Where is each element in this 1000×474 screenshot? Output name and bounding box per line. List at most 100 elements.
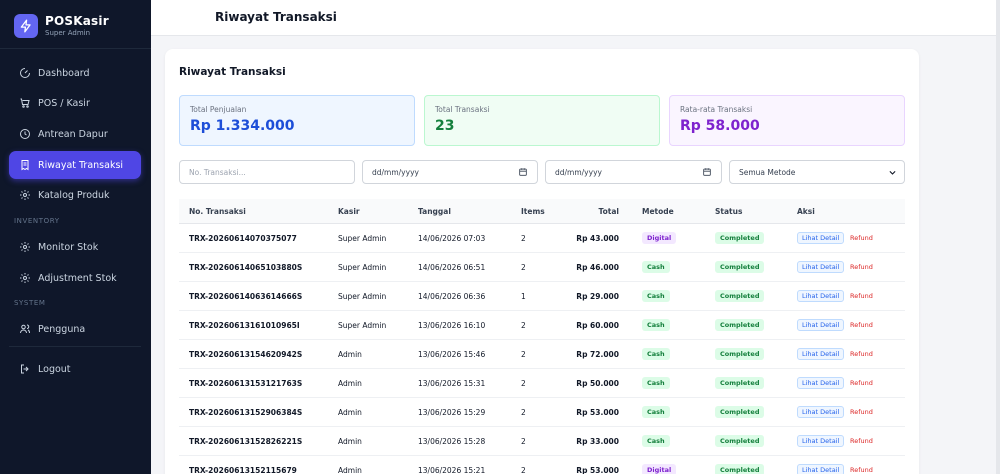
transaction-total: Rp 33.000 xyxy=(576,437,619,446)
status-badge: Completed xyxy=(715,464,765,474)
date-to-field[interactable]: dd/mm/yyyy xyxy=(545,160,722,184)
method-badge: Cash xyxy=(642,406,670,418)
col-header-tanggal: Tanggal xyxy=(418,207,451,216)
stat-value: Rp 58.000 xyxy=(680,118,760,134)
transaction-total: Rp 43.000 xyxy=(576,234,619,243)
refund-button[interactable]: Refund xyxy=(850,292,873,300)
sidebar-item-riwayat-transaksi[interactable]: Riwayat Transaksi xyxy=(9,151,141,179)
table-row: TRX-20260614065103880S Super Admin 14/06/2… xyxy=(179,253,905,282)
method-badge: Cash xyxy=(642,348,670,360)
transaction-date: 13/06/2026 15:31 xyxy=(418,379,486,388)
transaction-date: 13/06/2026 15:21 xyxy=(418,466,486,474)
view-detail-button[interactable]: Lihat Detail xyxy=(797,261,845,273)
table-row: TRX-20260613152906384S Admin 13/06/2026 15… xyxy=(179,398,905,427)
transaction-date: 13/06/2026 16:10 xyxy=(418,321,486,330)
cashier-name: Super Admin xyxy=(338,234,387,243)
table-row: TRX-20260613161010965I Super Admin 13/06/2… xyxy=(179,311,905,340)
brand-title: POSKasir xyxy=(45,14,109,28)
transaction-total: Rp 60.000 xyxy=(576,321,619,330)
sidebar-item-label: POS / Kasir xyxy=(38,97,90,109)
logout-button[interactable]: Logout xyxy=(9,355,141,383)
method-badge: Cash xyxy=(642,319,670,331)
transaction-date: 13/06/2026 15:46 xyxy=(418,350,486,359)
transaction-number: TRX-20260613152115679 xyxy=(189,466,297,474)
item-count: 2 xyxy=(521,466,526,474)
cashier-name: Admin xyxy=(338,466,362,474)
divider xyxy=(0,48,151,49)
users-icon xyxy=(19,323,31,335)
dashboard-icon xyxy=(19,67,31,79)
item-count: 2 xyxy=(521,437,526,446)
table-row: TRX-20260613152826221S Admin 13/06/2026 15… xyxy=(179,427,905,456)
refund-button[interactable]: Refund xyxy=(850,379,873,387)
refund-button[interactable]: Refund xyxy=(850,263,873,271)
transaction-history-card: Riwayat Transaksi Total Penjualan Rp 1.3… xyxy=(165,49,919,474)
item-count: 2 xyxy=(521,321,526,330)
table-row: TRX-20260614063614666S Super Admin 14/06/2… xyxy=(179,282,905,311)
refund-button[interactable]: Refund xyxy=(850,437,873,445)
clock-icon xyxy=(19,128,31,140)
table-row: TRX-20260614070375077 Super Admin 14/06/20… xyxy=(179,224,905,253)
stat-label: Total Penjualan xyxy=(190,105,247,114)
method-badge: Cash xyxy=(642,290,670,302)
item-count: 2 xyxy=(521,379,526,388)
col-header-total: Total xyxy=(598,207,620,216)
date-to-value: dd/mm/yyyy xyxy=(555,167,602,177)
section-inventory: INVENTORY xyxy=(14,217,60,225)
sidebar: POSKasir Super Admin Dashboard POS / Kas… xyxy=(0,0,151,474)
col-header-no: No. Transaksi xyxy=(189,207,246,216)
page-title: Riwayat Transaksi xyxy=(215,10,337,24)
view-detail-button[interactable]: Lihat Detail xyxy=(797,435,845,447)
status-badge: Completed xyxy=(715,406,765,418)
sidebar-item-dashboard[interactable]: Dashboard xyxy=(9,59,141,87)
view-detail-button[interactable]: Lihat Detail xyxy=(797,406,845,418)
refund-button[interactable]: Refund xyxy=(850,350,873,358)
refund-button[interactable]: Refund xyxy=(850,408,873,416)
section-system: SYSTEM xyxy=(14,299,46,307)
search-input[interactable]: No. Transaksi... xyxy=(179,160,355,184)
col-header-metode: Metode xyxy=(642,207,674,216)
stat-rata-rata-transaksi: Rata-rata Transaksi Rp 58.000 xyxy=(669,95,905,146)
transaction-total: Rp 29.000 xyxy=(576,292,619,301)
cart-icon xyxy=(19,97,31,109)
cashier-name: Super Admin xyxy=(338,263,387,272)
view-detail-button[interactable]: Lihat Detail xyxy=(797,464,845,474)
status-badge: Completed xyxy=(715,290,765,302)
calendar-icon[interactable] xyxy=(518,167,528,177)
table-row: TRX-20260613153121763S Admin 13/06/2026 15… xyxy=(179,369,905,398)
method-select-value: Semua Metode xyxy=(739,167,796,177)
date-from-field[interactable]: dd/mm/yyyy xyxy=(362,160,538,184)
sidebar-item-katalog-produk[interactable]: Katalog Produk xyxy=(9,181,141,209)
stat-value: 23 xyxy=(435,118,455,134)
sidebar-item-label: Monitor Stok xyxy=(38,241,99,253)
sidebar-item-pos[interactable]: POS / Kasir xyxy=(9,89,141,117)
refund-button[interactable]: Refund xyxy=(850,321,873,329)
sidebar-item-pengguna[interactable]: Pengguna xyxy=(9,315,141,343)
sidebar-item-antrean-dapur[interactable]: Antrean Dapur xyxy=(9,120,141,148)
stat-label: Total Transaksi xyxy=(435,105,490,114)
view-detail-button[interactable]: Lihat Detail xyxy=(797,232,845,244)
transaction-total: Rp 72.000 xyxy=(576,350,619,359)
view-detail-button[interactable]: Lihat Detail xyxy=(797,377,845,389)
logout-icon xyxy=(19,363,31,375)
view-detail-button[interactable]: Lihat Detail xyxy=(797,348,845,360)
method-select[interactable]: Semua Metode xyxy=(729,160,905,184)
logout-label: Logout xyxy=(38,363,71,375)
method-badge: Cash xyxy=(642,261,670,273)
cashier-name: Admin xyxy=(338,379,362,388)
calendar-icon[interactable] xyxy=(702,167,712,177)
view-detail-button[interactable]: Lihat Detail xyxy=(797,290,845,302)
transaction-number: TRX-20260614070375077 xyxy=(189,234,297,243)
item-count: 1 xyxy=(521,292,526,301)
stat-label: Rata-rata Transaksi xyxy=(680,105,753,114)
cashier-name: Admin xyxy=(338,437,362,446)
view-detail-button[interactable]: Lihat Detail xyxy=(797,319,845,331)
sidebar-item-monitor-stok[interactable]: Monitor Stok xyxy=(9,233,141,261)
refund-button[interactable]: Refund xyxy=(850,466,873,474)
cashier-name: Admin xyxy=(338,350,362,359)
scrollbar[interactable] xyxy=(996,0,1000,474)
refund-button[interactable]: Refund xyxy=(850,234,873,242)
table-row: TRX-20260613152115679 Admin 13/06/2026 15:… xyxy=(179,456,905,474)
cashier-name: Super Admin xyxy=(338,292,387,301)
sidebar-item-adjustment-stok[interactable]: Adjustment Stok xyxy=(9,264,141,292)
